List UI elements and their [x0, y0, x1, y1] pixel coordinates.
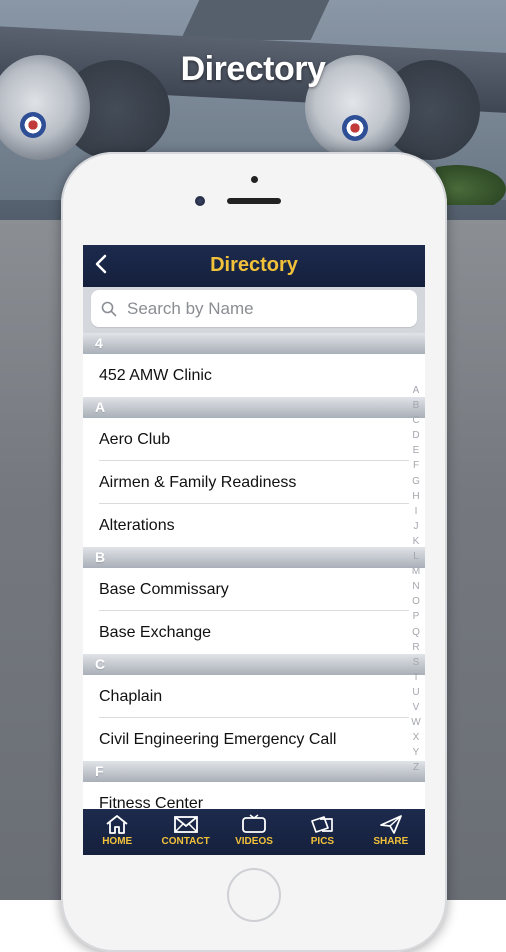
index-letter[interactable]: E — [413, 443, 420, 458]
index-letter[interactable]: A — [413, 383, 420, 398]
tab-label: VIDEOS — [235, 836, 273, 847]
aircraft-tail — [180, 0, 330, 40]
section-header: F — [83, 761, 425, 782]
list-item[interactable]: Civil Engineering Emergency Call — [83, 718, 425, 761]
list-item[interactable]: Aero Club — [83, 418, 425, 461]
list-item-label: Civil Engineering Emergency Call — [99, 731, 337, 748]
list-item-label: Base Exchange — [99, 624, 212, 641]
tv-icon — [242, 814, 266, 833]
navigation-bar: Directory — [83, 245, 425, 287]
index-letter[interactable]: U — [412, 685, 419, 700]
earpiece-speaker — [227, 198, 281, 204]
front-camera — [195, 196, 205, 206]
index-letter[interactable]: I — [415, 504, 418, 519]
list-item-label: Airmen & Family Readiness — [99, 474, 297, 491]
tab-label: SHARE — [373, 836, 409, 847]
search-input[interactable] — [125, 297, 389, 320]
page-title: Directory — [180, 50, 326, 88]
list-item-label: Alterations — [99, 517, 175, 534]
index-letter[interactable]: M — [412, 564, 420, 579]
index-letter[interactable]: F — [413, 458, 419, 473]
tab-contact[interactable]: CONTACT — [151, 809, 219, 855]
list-item[interactable]: Chaplain — [83, 675, 425, 718]
index-letter[interactable]: K — [413, 534, 420, 549]
list-item[interactable]: Alterations — [83, 504, 425, 547]
index-letter[interactable]: B — [413, 398, 420, 413]
section-header: 4 — [83, 333, 425, 354]
tab-label: HOME — [102, 836, 133, 847]
tab-share[interactable]: SHARE — [357, 809, 425, 855]
search-bar — [83, 287, 425, 333]
list-item-label: Aero Club — [99, 431, 171, 448]
envelope-icon — [173, 816, 198, 833]
index-letter[interactable]: Y — [413, 745, 420, 760]
roundel-emblem-right — [342, 115, 368, 141]
search-field-container[interactable] — [91, 290, 417, 327]
index-letter[interactable]: T — [413, 670, 419, 685]
section-index[interactable]: ABCDEFGHIJKLMNOPQRSTUVWXYZ — [409, 383, 423, 775]
list-item[interactable]: Base Commissary — [83, 568, 425, 611]
tab-label: CONTACT — [161, 836, 210, 847]
roundel-emblem-left — [20, 112, 46, 138]
index-letter[interactable]: O — [412, 594, 420, 609]
list-item[interactable]: 452 AMW Clinic — [83, 354, 425, 397]
index-letter[interactable]: X — [413, 730, 420, 745]
list-item[interactable]: Base Exchange — [83, 611, 425, 654]
section-header: B — [83, 547, 425, 568]
home-icon — [106, 815, 128, 834]
list-item-label: Chaplain — [99, 688, 163, 705]
home-button[interactable] — [227, 868, 281, 922]
nav-title: Directory — [210, 254, 298, 276]
index-letter[interactable]: V — [413, 700, 420, 715]
tab-bar: HOME CONTACT VIDEOS PICS SHARE — [83, 809, 425, 855]
index-letter[interactable]: C — [412, 413, 419, 428]
share-icon — [379, 815, 402, 834]
index-letter[interactable]: W — [411, 715, 420, 730]
photos-icon — [311, 816, 334, 833]
index-letter[interactable]: Q — [412, 625, 420, 640]
directory-list: 4 452 AMW Clinic A Aero Club Airmen & Family… — [83, 333, 425, 825]
app-screen: Directory 4 452 AMW Clinic A Aero Club Airme… — [83, 245, 425, 855]
index-letter[interactable]: P — [413, 609, 420, 624]
tab-videos[interactable]: VIDEOS — [220, 809, 288, 855]
section-header: C — [83, 654, 425, 675]
index-letter[interactable]: N — [412, 579, 419, 594]
index-letter[interactable]: H — [412, 489, 419, 504]
index-letter[interactable]: L — [413, 549, 419, 564]
index-letter[interactable]: D — [412, 428, 419, 443]
index-letter[interactable]: Z — [413, 760, 419, 775]
list-item[interactable]: Airmen & Family Readiness — [83, 461, 425, 504]
tab-pics[interactable]: PICS — [288, 809, 356, 855]
index-letter[interactable]: G — [412, 474, 420, 489]
tab-label: PICS — [310, 836, 335, 847]
tab-home[interactable]: HOME — [83, 809, 151, 855]
search-icon — [101, 301, 117, 316]
section-header: A — [83, 397, 425, 418]
index-letter[interactable]: J — [414, 519, 419, 534]
list-item-label: 452 AMW Clinic — [99, 367, 212, 384]
list-item-label: Base Commissary — [99, 581, 229, 598]
index-letter[interactable]: S — [413, 655, 420, 670]
index-letter[interactable]: R — [412, 640, 419, 655]
proximity-sensor — [251, 176, 258, 183]
